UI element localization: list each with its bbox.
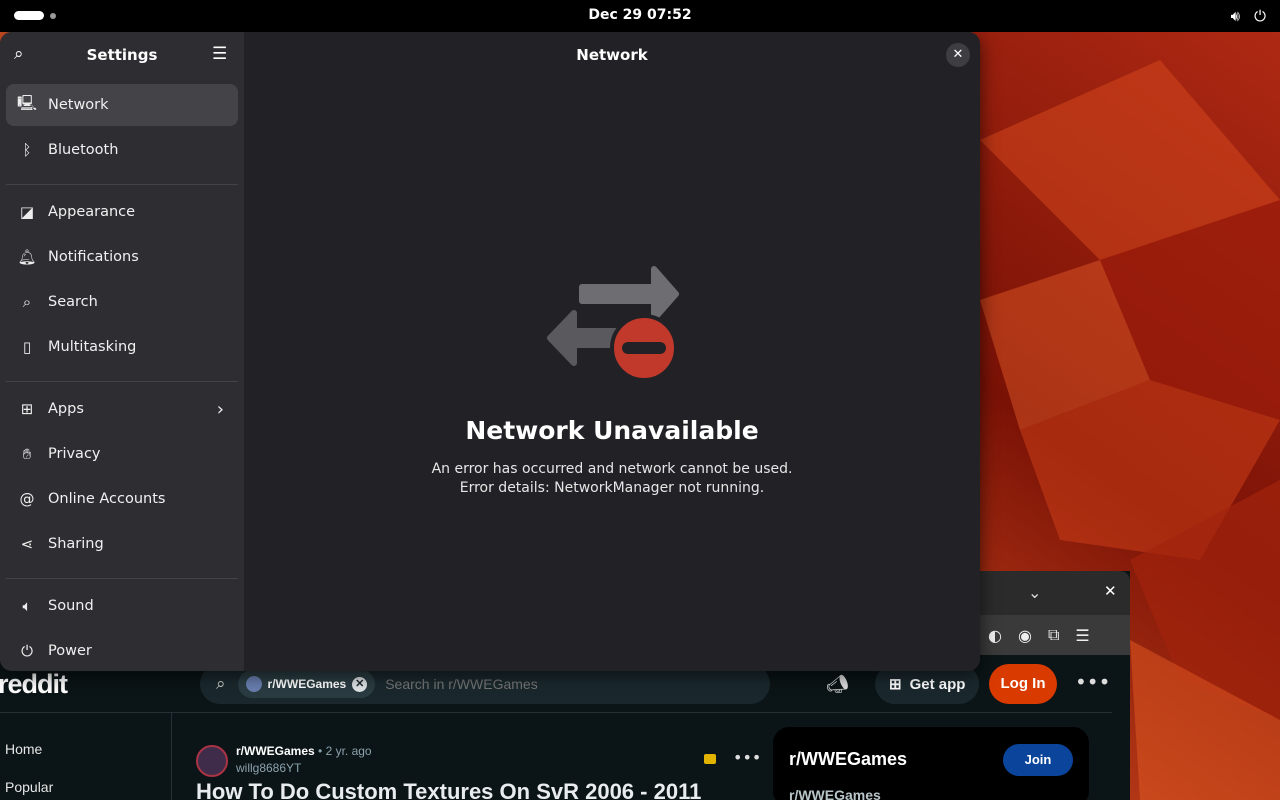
sidebar-item-label: Bluetooth — [48, 142, 119, 158]
sidebar-item-appearance[interactable]: ◪ Appearance — [6, 191, 238, 233]
close-icon[interactable]: ✕ — [946, 43, 970, 67]
share-icon: ⋖ — [20, 535, 34, 553]
sidebar-item-label: Privacy — [48, 446, 101, 462]
error-description: An error has occurred and network cannot… — [244, 460, 980, 498]
nav-group-connectivity: 🖳 Network ᛒ Bluetooth — [0, 78, 244, 180]
bluetooth-icon: ᛒ — [22, 141, 32, 159]
sidebar-item-sound[interactable]: 🔈︎ Sound — [6, 585, 238, 627]
subreddit-filter-chip[interactable]: r/WWEGames ✕ — [237, 670, 376, 698]
post-age: • 2 yr. ago — [318, 744, 372, 758]
advertise-icon[interactable]: 📣︎ — [826, 674, 849, 695]
sidebar-item-label: Online Accounts — [48, 491, 166, 507]
sidebar-item-power[interactable]: ⏻ Power — [6, 630, 238, 671]
page-title: Network — [576, 46, 648, 64]
community-title: r/WWEGames — [789, 749, 908, 769]
sidebar-item-network[interactable]: 🖳 Network — [6, 84, 238, 126]
settings-window: ⌕ Settings ☰ 🖳 Network ᛒ Bluetooth ◪ App… — [0, 32, 980, 671]
post-author[interactable]: willg8686YT — [236, 761, 301, 775]
sidebar-item-label: Sound — [48, 598, 94, 614]
more-options-icon[interactable]: ••• — [1075, 670, 1110, 694]
sidebar-item-bluetooth[interactable]: ᛒ Bluetooth — [6, 129, 238, 171]
post-subreddit-link[interactable]: r/WWEGames — [236, 744, 315, 758]
subreddit-avatar — [245, 676, 262, 692]
archived-icon — [704, 754, 716, 764]
settings-content: Network ✕ Network Unavailable An error h… — [244, 32, 980, 671]
sidebar-item-label: Search — [48, 294, 98, 310]
close-window-icon[interactable]: ✕ — [1104, 582, 1117, 600]
nav-group-apps: ⊞ Apps › ✋︎ Privacy @ Online Accounts ⋖ … — [0, 388, 244, 574]
post-header: r/WWEGames • 2 yr. ago — [236, 744, 372, 758]
remove-chip-icon[interactable]: ✕ — [352, 676, 368, 692]
error-title: Network Unavailable — [465, 416, 759, 445]
post-subreddit-avatar[interactable] — [196, 745, 228, 777]
log-in-button[interactable]: Log In — [989, 664, 1057, 704]
chevron-right-icon: › — [216, 398, 224, 420]
speaker-icon: 🔈︎ — [22, 597, 32, 615]
join-button[interactable]: Join — [1003, 744, 1073, 776]
tab-list-chevron-icon[interactable]: ⌄ — [1028, 583, 1041, 602]
nav-popular[interactable]: Popular — [0, 779, 171, 795]
reddit-search-input[interactable] — [385, 676, 746, 692]
sidebar-item-label: Power — [48, 643, 92, 659]
post-title[interactable]: How To Do Custom Textures On SvR 2006 - … — [196, 779, 701, 800]
settings-title: Settings — [86, 46, 158, 64]
browser-tabbar: ⌄ ✕ — [980, 571, 1130, 615]
sidebar-item-search[interactable]: ⌕ Search — [6, 281, 238, 323]
sidebar-item-notifications[interactable]: 🔔︎ Notifications — [6, 236, 238, 278]
sidebar-item-label: Sharing — [48, 536, 104, 552]
sidebar-item-apps[interactable]: ⊞ Apps › — [6, 388, 238, 430]
apps-grid-icon: ⊞ — [20, 400, 34, 418]
top-bar: Dec 29 07:52 🔊︎ ⏻ — [0, 0, 1280, 32]
reddit-logo[interactable]: reddit — [0, 669, 68, 700]
hamburger-menu-icon[interactable]: ☰ — [1075, 626, 1089, 645]
qr-code-icon: ⊞ — [889, 676, 902, 693]
search-icon: ⌕ — [22, 293, 32, 311]
tracking-protection-icon[interactable]: ◐ — [988, 626, 1002, 645]
post-more-icon[interactable]: ••• — [733, 748, 761, 767]
sidebar-item-online-accounts[interactable]: @ Online Accounts — [6, 478, 238, 520]
clock[interactable]: Dec 29 07:52 — [0, 7, 1280, 23]
sidebar-item-sharing[interactable]: ⋖ Sharing — [6, 523, 238, 565]
power-icon[interactable]: ⏻ — [1254, 7, 1266, 25]
hamburger-menu-icon[interactable]: ☰ — [212, 44, 227, 64]
network-unavailable-icon — [547, 266, 679, 382]
error-details: Error details: NetworkManager not runnin… — [459, 480, 765, 496]
plug-icon: ⏻ — [21, 642, 33, 660]
at-icon: @ — [19, 490, 35, 508]
sidebar-divider — [6, 184, 238, 185]
browser-toolbar: ◐ ◉ ⧉ ☰ — [980, 615, 1130, 655]
sidebar-item-label: Notifications — [48, 249, 139, 265]
volume-icon[interactable]: 🔊︎ — [1231, 7, 1240, 25]
sidebar-item-label: Network — [48, 97, 109, 113]
error-message: An error has occurred and network cannot… — [431, 461, 793, 477]
appearance-icon: ◪ — [19, 203, 35, 221]
reddit-left-nav: Home Popular — [0, 713, 172, 800]
system-tray[interactable]: 🔊︎ ⏻ — [1231, 7, 1266, 25]
sidebar-header: ⌕ Settings ☰ — [0, 32, 244, 78]
sidebar-item-label: Multitasking — [48, 339, 137, 355]
get-app-label: Get app — [909, 675, 966, 693]
multitasking-icon: ▯ — [22, 338, 32, 356]
nav-group-desktop: ◪ Appearance 🔔︎ Notifications ⌕ Search ▯… — [0, 191, 244, 377]
sidebar-divider — [6, 578, 238, 579]
community-sidebar: r/WWEGames Join r/WWEGames — [773, 727, 1089, 800]
sidebar-item-label: Apps — [48, 401, 84, 417]
search-icon: ⌕ — [216, 674, 226, 694]
nav-group-hardware: 🔈︎ Sound ⏻ Power — [0, 585, 244, 671]
hand-icon: ✋︎ — [22, 445, 32, 463]
bell-icon: 🔔︎ — [17, 248, 37, 266]
extensions-icon[interactable]: ⧉ — [1048, 625, 1059, 645]
sidebar-item-label: Appearance — [48, 204, 136, 220]
sidebar-item-multitasking[interactable]: ▯ Multitasking — [6, 326, 238, 368]
network-icon: 🖳 — [16, 93, 37, 112]
chip-label: r/WWEGames — [267, 677, 347, 691]
community-subtitle: r/WWEGames — [789, 787, 881, 800]
sidebar-item-privacy[interactable]: ✋︎ Privacy — [6, 433, 238, 475]
account-icon[interactable]: ◉ — [1018, 626, 1032, 645]
nav-home[interactable]: Home — [0, 741, 171, 757]
sidebar-divider — [6, 381, 238, 382]
settings-sidebar: ⌕ Settings ☰ 🖳 Network ᛒ Bluetooth ◪ App… — [0, 32, 244, 671]
